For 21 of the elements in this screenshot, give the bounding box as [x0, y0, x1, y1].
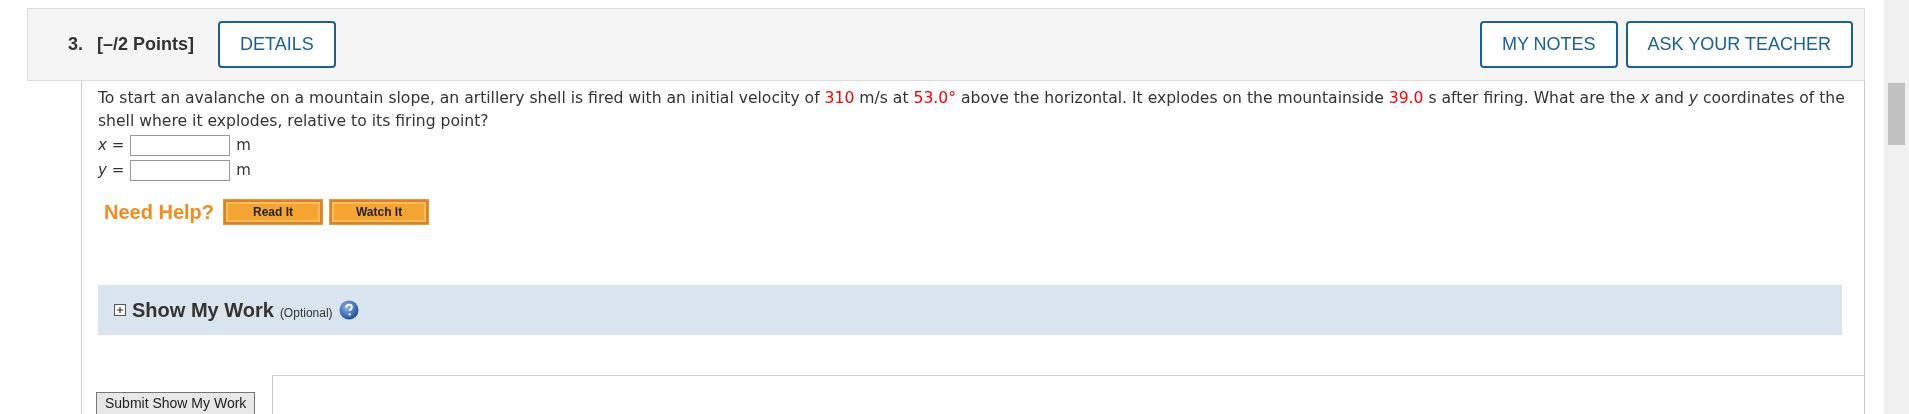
expand-icon[interactable] [114, 304, 126, 316]
points-label: [–/2 Points] [97, 33, 195, 56]
header-button[interactable]: ASK YOUR TEACHER [1625, 21, 1853, 68]
scrollbar[interactable] [1884, 0, 1909, 414]
section-title[interactable]: Show My Work [132, 295, 274, 325]
header-button[interactable]: MY NOTES [1479, 21, 1618, 68]
answer-field[interactable] [130, 160, 231, 181]
optional-label: (Optional) [279, 304, 333, 322]
variable-label: x = [98, 135, 125, 157]
submit-button[interactable]: Submit Show My Work [96, 392, 256, 414]
answer-field[interactable] [130, 135, 231, 156]
variable-label: y = [98, 160, 125, 182]
need-help-label: Need Help? [104, 200, 215, 225]
help-button[interactable]: Watch It [330, 200, 429, 224]
header-button[interactable]: DETAILS [218, 21, 336, 68]
question-text: To start an avalanche on a mountain slope, an artillery shell is fired with an initial velocity of 310 m/s at 53.0° above the horizontal. It explodes on the mountainside 39.0 s after firing. What are the x and y coordinates of the shell where it explodes, relative to its firing point? [98, 88, 1846, 132]
help-button[interactable]: Read It [224, 200, 323, 224]
unit-label: m [236, 135, 251, 157]
unit-label: m [236, 160, 251, 182]
question-number: 3. [68, 33, 83, 56]
help-icon[interactable] [338, 300, 359, 320]
